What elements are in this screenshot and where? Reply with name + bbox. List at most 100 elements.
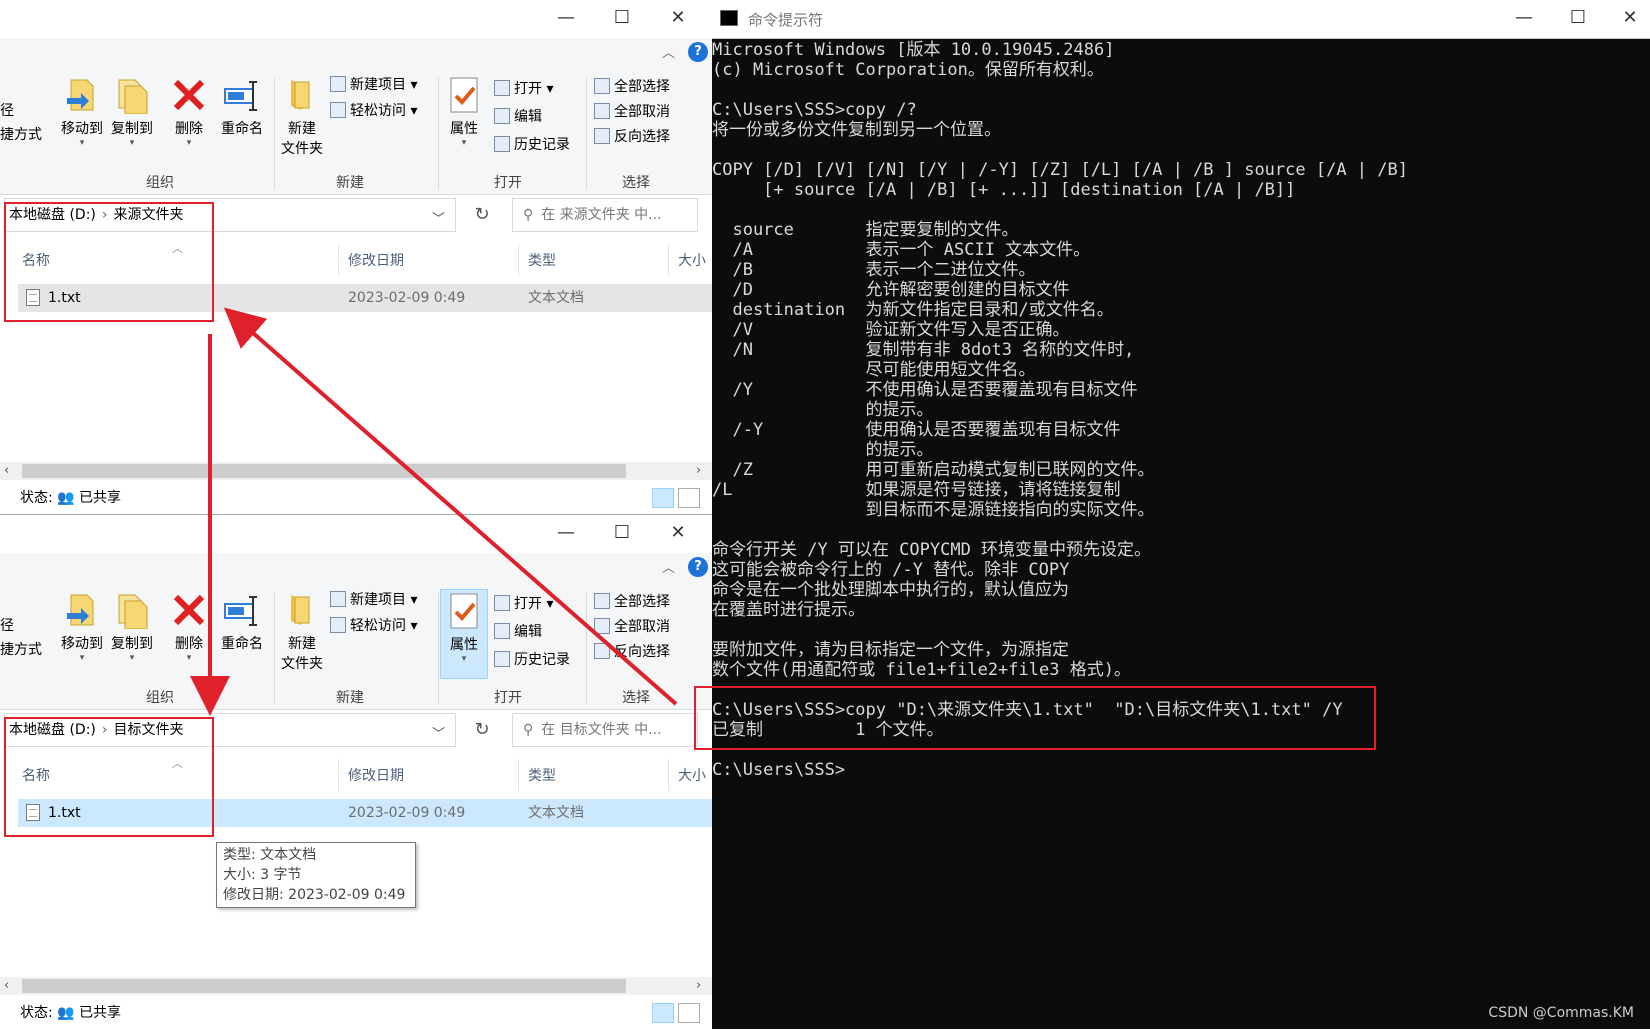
move-to-label: 移动到 xyxy=(61,636,103,652)
easy-access-label: 轻松访问 xyxy=(350,103,406,119)
rename-button[interactable]: 重命名 xyxy=(216,76,268,138)
edit-button[interactable]: 编辑 xyxy=(494,621,542,641)
easy-access-button[interactable]: 轻松访问 ▾ xyxy=(330,100,417,120)
new-folder-label-line2: 文件夹 xyxy=(281,656,323,672)
cmd-maximize-button[interactable]: ☐ xyxy=(1558,4,1598,32)
scroll-left-icon[interactable]: ‹ xyxy=(4,977,9,995)
refresh-icon[interactable]: ↻ xyxy=(462,200,502,230)
history-button[interactable]: 历史记录 xyxy=(494,134,570,154)
new-folder-button[interactable]: 新建 文件夹 xyxy=(278,591,326,673)
open-label: 打开 xyxy=(514,81,542,97)
maximize-button[interactable]: ☐ xyxy=(602,519,642,547)
new-folder-label-line1: 新建 xyxy=(288,636,316,652)
easy-access-button[interactable]: 轻松访问 ▾ xyxy=(330,615,417,635)
minimize-button[interactable]: — xyxy=(546,4,586,32)
ribbon-collapse-icon[interactable]: ︿ xyxy=(662,557,675,576)
paste-shortcut-label[interactable]: 捷方式 xyxy=(0,639,42,659)
title-bar: — ☐ ✕ xyxy=(0,515,712,553)
new-item-button[interactable]: 新建项目 ▾ xyxy=(330,74,417,94)
select-none-button[interactable]: 全部取消 xyxy=(594,101,670,121)
cmd-line: /B 表示一个二进位文件。 xyxy=(712,260,1036,280)
open-button[interactable]: 打开 ▾ xyxy=(494,593,553,613)
file-date: 2023-02-09 0:49 xyxy=(348,290,466,306)
column-header-size[interactable]: 大小 xyxy=(678,250,706,270)
help-icon[interactable]: ? xyxy=(688,557,708,577)
select-none-button[interactable]: 全部取消 xyxy=(594,616,670,636)
move-to-button[interactable]: 移动到 ▾ xyxy=(58,76,106,148)
details-view-icon[interactable] xyxy=(652,1003,674,1023)
edit-label: 编辑 xyxy=(514,109,542,125)
minimize-button[interactable]: — xyxy=(546,519,586,547)
details-view-icon[interactable] xyxy=(652,488,674,508)
cmd-close-button[interactable]: ✕ xyxy=(1610,4,1650,32)
copy-to-button[interactable]: 复制到 ▾ xyxy=(108,76,156,148)
scroll-right-icon[interactable]: › xyxy=(696,977,701,995)
status-bar: 状态: 👥 已共享 xyxy=(0,999,712,1027)
scrollbar-thumb[interactable] xyxy=(22,979,626,993)
status-value: 已共享 xyxy=(79,490,122,506)
cmd-output[interactable]: Microsoft Windows [版本 10.0.19045.2486] (c… xyxy=(712,38,1650,1029)
refresh-icon[interactable]: ↻ xyxy=(462,715,502,745)
close-button[interactable]: ✕ xyxy=(658,4,698,32)
edit-label: 编辑 xyxy=(514,624,542,640)
copy-path-label[interactable]: 径 xyxy=(0,615,14,635)
help-icon[interactable]: ? xyxy=(688,42,708,62)
new-item-label: 新建项目 xyxy=(350,77,406,93)
properties-button[interactable]: 属性 ▾ xyxy=(442,76,486,148)
address-dropdown-icon[interactable]: ﹀ xyxy=(432,723,445,742)
scroll-left-icon[interactable]: ‹ xyxy=(4,462,9,480)
close-button[interactable]: ✕ xyxy=(658,519,698,547)
edit-icon xyxy=(494,623,510,639)
delete-button[interactable]: 删除 ▾ xyxy=(168,591,210,663)
address-dropdown-icon[interactable]: ﹀ xyxy=(432,208,445,227)
cmd-line: 命令是在一个批处理脚本中执行的，默认值应为 xyxy=(712,580,1069,600)
column-header-type[interactable]: 类型 xyxy=(528,765,556,785)
ribbon-collapse-icon[interactable]: ︿ xyxy=(662,42,675,61)
scroll-right-icon[interactable]: › xyxy=(696,462,701,480)
cmd-line: Microsoft Windows [版本 10.0.19045.2486] xyxy=(712,40,1115,60)
column-header-date[interactable]: 修改日期 xyxy=(348,765,404,785)
cmd-line: /A 表示一个 ASCII 文本文件。 xyxy=(712,240,1091,260)
select-all-button[interactable]: 全部选择 xyxy=(594,591,670,611)
ribbon: ︿ ? 径 捷方式 移动到 ▾ 复制到 ▾ 删除 ▾ 重命名 新建 文件夹 新建… xyxy=(0,38,712,195)
edit-button[interactable]: 编辑 xyxy=(494,106,542,126)
column-header-date[interactable]: 修改日期 xyxy=(348,250,404,270)
open-button[interactable]: 打开 ▾ xyxy=(494,78,553,98)
maximize-button[interactable]: ☐ xyxy=(602,4,642,32)
search-box[interactable]: ⚲ 在 目标文件夹 中... xyxy=(512,713,698,747)
new-item-button[interactable]: 新建项目 ▾ xyxy=(330,589,417,609)
annotation-box-command xyxy=(694,686,1376,750)
new-folder-icon xyxy=(283,591,321,629)
copy-path-label[interactable]: 径 xyxy=(0,100,14,120)
file-date: 2023-02-09 0:49 xyxy=(348,805,466,821)
invert-selection-label: 反向选择 xyxy=(614,644,670,660)
horizontal-scrollbar[interactable]: ‹ › xyxy=(0,462,712,480)
history-icon xyxy=(494,651,510,667)
select-all-label: 全部选择 xyxy=(614,594,670,610)
horizontal-scrollbar[interactable]: ‹ › xyxy=(0,977,712,995)
properties-label: 属性 xyxy=(450,121,478,137)
large-icons-view-icon[interactable] xyxy=(678,1003,700,1023)
scrollbar-thumb[interactable] xyxy=(22,464,626,478)
column-header-type[interactable]: 类型 xyxy=(528,250,556,270)
history-button[interactable]: 历史记录 xyxy=(494,649,570,669)
rename-button[interactable]: 重命名 xyxy=(216,591,268,653)
copy-to-button[interactable]: 复制到 ▾ xyxy=(108,591,156,663)
move-to-icon xyxy=(63,591,101,629)
delete-button[interactable]: 删除 ▾ xyxy=(168,76,210,148)
new-folder-button[interactable]: 新建 文件夹 xyxy=(278,76,326,158)
invert-selection-button[interactable]: 反向选择 xyxy=(594,126,670,146)
properties-button[interactable]: 属性 ▾ xyxy=(440,589,488,679)
search-box[interactable]: ⚲ 在 来源文件夹 中... xyxy=(512,198,698,232)
paste-shortcut-label[interactable]: 捷方式 xyxy=(0,124,42,144)
new-item-icon xyxy=(330,76,346,92)
invert-selection-button[interactable]: 反向选择 xyxy=(594,641,670,661)
shared-users-icon: 👥 xyxy=(57,1005,75,1021)
cmd-minimize-button[interactable]: — xyxy=(1504,4,1544,32)
move-to-button[interactable]: 移动到 ▾ xyxy=(58,591,106,663)
ribbon: ︿ ? 径 捷方式 移动到 ▾ 复制到 ▾ 删除 ▾ 重命名 新建 文件夹 新建… xyxy=(0,553,712,710)
select-all-button[interactable]: 全部选择 xyxy=(594,76,670,96)
large-icons-view-icon[interactable] xyxy=(678,488,700,508)
column-header-size[interactable]: 大小 xyxy=(678,765,706,785)
new-folder-label-line2: 文件夹 xyxy=(281,141,323,157)
